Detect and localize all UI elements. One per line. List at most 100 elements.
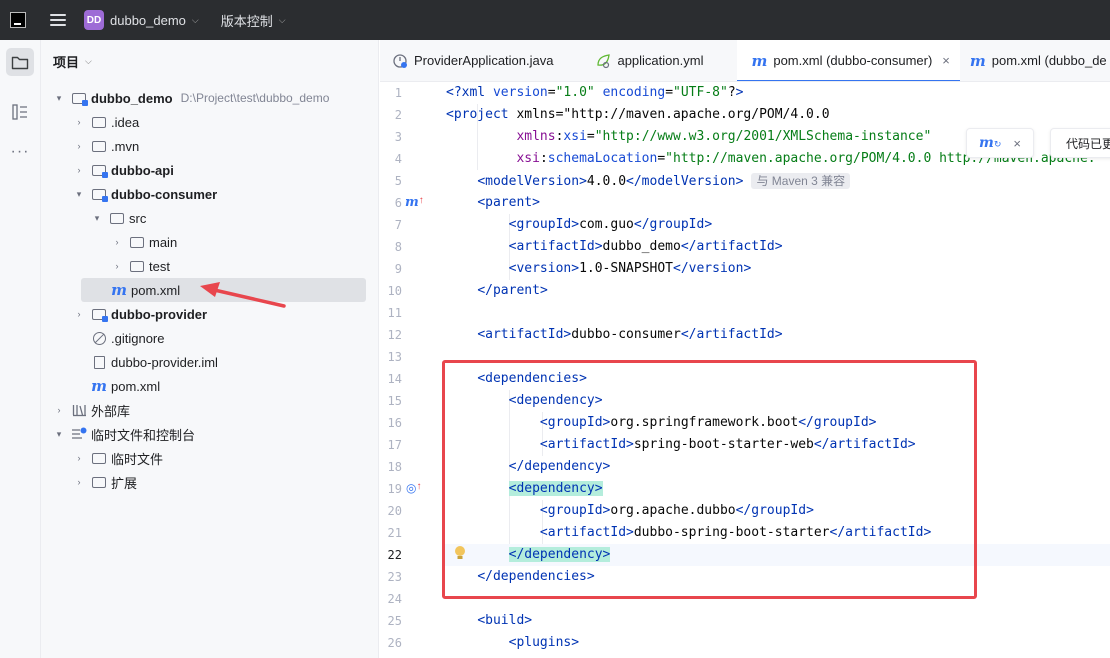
tree-item-provider-iml[interactable]: dubbo-provider.iml xyxy=(41,350,218,374)
tree-item-dubbo-demo[interactable]: ▾ dubbo_demo D:\Project\test\dubbo_demo xyxy=(41,86,329,110)
tree-item-label: 扩展 xyxy=(111,475,138,491)
tree-item-scratches[interactable]: ▾ 临时文件和控制台 xyxy=(41,422,195,446)
module-folder-icon xyxy=(91,162,108,178)
expanded-arrow-icon[interactable]: ▾ xyxy=(53,93,65,104)
tree-item-path: D:\Project\test\dubbo_demo xyxy=(180,91,330,105)
code-changed-notification[interactable]: 代码已更 xyxy=(1050,128,1110,158)
folder-icon xyxy=(129,258,145,274)
line-number: 8 xyxy=(394,240,402,254)
collapsed-arrow-icon[interactable]: › xyxy=(73,453,85,463)
editor-tab-bar: ProviderApplication.java application.yml… xyxy=(380,40,1110,82)
collapsed-arrow-icon[interactable]: › xyxy=(53,405,65,415)
tree-item-gitignore[interactable]: .gitignore xyxy=(41,326,164,350)
tree-item-dubbo-api[interactable]: › dubbo-api xyxy=(41,158,174,182)
tree-item-label: dubbo_demo xyxy=(91,90,173,106)
line-number: 2 xyxy=(394,108,402,122)
maven-icon: m xyxy=(91,377,107,395)
tree-item-main[interactable]: › main xyxy=(41,230,178,254)
main-menu-icon[interactable] xyxy=(50,14,66,26)
project-panel-header[interactable]: 项目 ⌵ xyxy=(41,40,378,82)
expanded-arrow-icon[interactable]: ▾ xyxy=(91,213,103,224)
code-line[interactable]: <parent> xyxy=(446,192,540,214)
line-number: 25 xyxy=(387,614,402,628)
tree-item-label: main xyxy=(149,234,178,250)
line-number: 1 xyxy=(394,86,402,100)
tab-application-yml[interactable]: application.yml xyxy=(563,40,713,81)
line-number: 17 xyxy=(387,438,402,452)
code-line[interactable]: <build> xyxy=(446,610,532,632)
folder-icon xyxy=(109,210,125,226)
structure-tool-button[interactable] xyxy=(6,98,34,126)
maven-parent-gutter-icon[interactable]: m↑ xyxy=(405,195,424,210)
expanded-arrow-icon[interactable]: ▾ xyxy=(53,429,65,440)
tree-item-scratch-files[interactable]: › 临时文件 xyxy=(41,446,164,470)
code-line[interactable]: <artifactId>dubbo_demo</artifactId> xyxy=(446,236,783,258)
collapsed-arrow-icon[interactable]: › xyxy=(73,165,85,175)
code-line[interactable]: <groupId>com.guo</groupId> xyxy=(446,214,713,236)
maven-reload-icon[interactable]: m↻ xyxy=(979,135,1001,151)
code-line[interactable]: <version>1.0-SNAPSHOT</version> xyxy=(446,258,752,280)
tab-label: ProviderApplication.java xyxy=(414,53,554,68)
more-icon: ··· xyxy=(10,143,30,160)
tab-pom-consumer[interactable]: m pom.xml (dubbo-consumer) × xyxy=(737,40,961,81)
collapsed-arrow-icon[interactable]: › xyxy=(73,141,85,151)
title-bar: DD dubbo_demo ⌵ 版本控制 ⌵ xyxy=(0,0,1110,40)
code-line[interactable]: <modelVersion>4.0.0</modelVersion> 与 Mave… xyxy=(446,170,851,192)
notification-text: 代码已更 xyxy=(1066,136,1110,151)
code-line[interactable]: <project xmlns="http://maven.apache.org/… xyxy=(446,104,830,126)
dependency-gutter-icon[interactable]: ◎↑ xyxy=(406,481,421,495)
project-tool-button[interactable] xyxy=(6,48,34,76)
line-number: 9 xyxy=(394,262,402,276)
tree-item-label: 临时文件和控制台 xyxy=(91,427,196,443)
line-number: 23 xyxy=(387,570,402,584)
collapsed-arrow-icon[interactable]: › xyxy=(73,309,85,319)
folder-icon xyxy=(11,56,29,70)
code-line[interactable]: xmlns:xsi="http://www.w3.org/2001/XMLSch… xyxy=(446,126,931,148)
maven-reload-popup: m↻ × xyxy=(966,128,1034,158)
tree-item-label: dubbo-api xyxy=(111,162,174,178)
project-badge[interactable]: DD xyxy=(84,10,104,30)
tree-item-dubbo-provider[interactable]: › dubbo-provider xyxy=(41,302,207,326)
line-number: 24 xyxy=(387,592,402,606)
ignore-file-icon xyxy=(91,330,107,346)
code-line[interactable]: <plugins> xyxy=(446,632,579,654)
tree-item-external-libraries[interactable]: › 外部库 xyxy=(41,398,131,422)
tab-pom-root[interactable]: m pom.xml (dubbo_de xyxy=(960,40,1110,81)
line-number: 14 xyxy=(387,372,402,386)
expanded-arrow-icon[interactable]: ▾ xyxy=(73,189,85,200)
chevron-down-icon[interactable]: ⌵ xyxy=(279,15,286,26)
line-number: 18 xyxy=(387,460,402,474)
project-name[interactable]: dubbo_demo xyxy=(110,13,186,28)
tab-provider-application[interactable]: ProviderApplication.java xyxy=(380,40,563,81)
tree-item-label: 临时文件 xyxy=(111,451,164,467)
more-tools-button[interactable]: ··· xyxy=(6,138,34,166)
code-line[interactable]: <artifactId>dubbo-consumer</artifactId> xyxy=(446,324,782,346)
tree-item-label: dubbo-provider xyxy=(111,306,208,322)
tree-item-test[interactable]: › test xyxy=(41,254,170,278)
module-folder-icon xyxy=(71,90,88,106)
collapsed-arrow-icon[interactable]: › xyxy=(73,117,85,127)
line-number: 13 xyxy=(387,350,402,364)
tree-item-idea[interactable]: › .idea xyxy=(41,110,140,134)
maven-compat-hint: 与 Maven 3 兼容 xyxy=(751,173,851,189)
chevron-down-icon[interactable]: ⌵ xyxy=(192,15,199,26)
close-icon[interactable]: × xyxy=(1013,136,1021,151)
maven-icon: m xyxy=(751,51,768,70)
tree-item-label: pom.xml xyxy=(131,282,181,298)
folder-icon xyxy=(91,450,107,466)
tree-item-root-pom[interactable]: m pom.xml xyxy=(41,374,160,398)
line-number: 10 xyxy=(387,284,402,298)
intellij-logo-icon[interactable] xyxy=(10,12,26,28)
code-line[interactable]: </parent> xyxy=(446,280,547,302)
tree-item-src[interactable]: ▾ src xyxy=(41,206,147,230)
code-line[interactable]: <?xml version="1.0" encoding="UTF-8"?> xyxy=(446,82,743,104)
tree-item-mvn[interactable]: › .mvn xyxy=(41,134,140,158)
collapsed-arrow-icon[interactable]: › xyxy=(111,237,123,247)
collapsed-arrow-icon[interactable]: › xyxy=(111,261,123,271)
collapsed-arrow-icon[interactable]: › xyxy=(73,477,85,487)
tree-item-dubbo-consumer[interactable]: ▾ dubbo-consumer xyxy=(41,182,217,206)
close-icon[interactable]: × xyxy=(942,53,950,68)
tree-item-extensions[interactable]: › 扩展 xyxy=(41,470,138,494)
vcs-menu[interactable]: 版本控制 xyxy=(221,11,273,30)
code-editor[interactable]: 1 2 3 4 5 6 7 8 9 10 11 12 13 14 15 16 17 18 19 20 21 22 23 24 2… xyxy=(380,82,1110,658)
